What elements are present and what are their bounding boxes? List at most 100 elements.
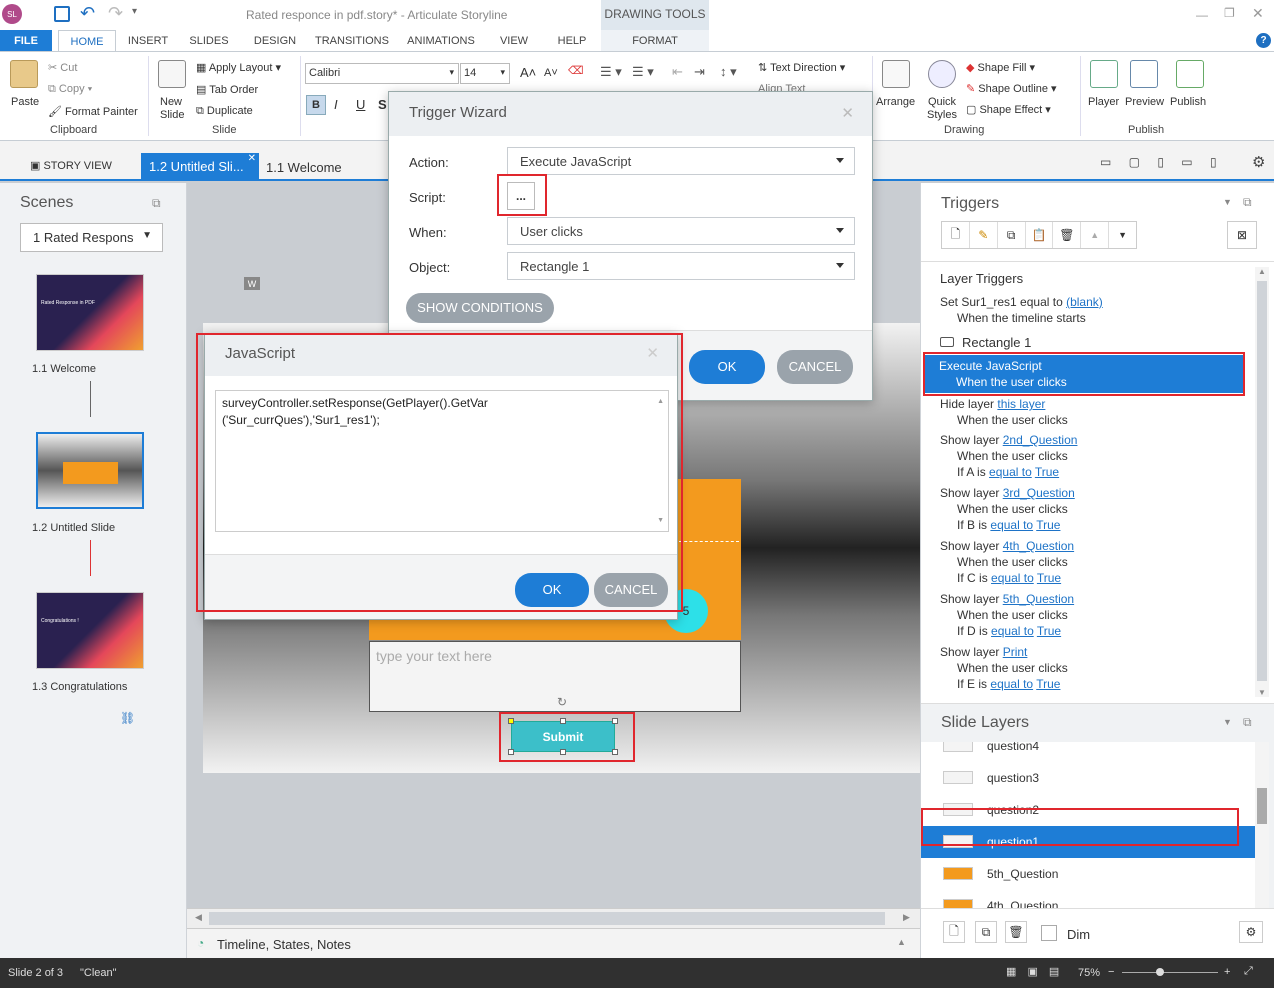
tab-transitions[interactable]: TRANSITIONS — [312, 30, 392, 52]
tab-welcome-slide[interactable]: 1.1 Welcome — [266, 160, 342, 175]
scroll-right-icon[interactable]: ▶ — [903, 912, 910, 923]
italic-button[interactable]: I — [334, 97, 338, 112]
tab-insert[interactable]: INSERT — [120, 30, 176, 52]
player-icon[interactable] — [1090, 60, 1118, 88]
paste-icon[interactable] — [10, 60, 38, 88]
show-conditions-button[interactable]: SHOW CONDITIONS — [406, 293, 554, 323]
undo-icon[interactable]: ↶ — [80, 3, 95, 24]
cut-button[interactable]: ✂ Cut — [48, 61, 77, 74]
condition-operator[interactable]: equal to — [990, 518, 1033, 532]
quick-styles-button[interactable]: Quick Styles — [924, 96, 960, 122]
scroll-thumb[interactable] — [209, 912, 885, 925]
condition-value[interactable]: True — [1037, 624, 1061, 638]
new-trigger-icon[interactable]: 🗋 — [942, 222, 970, 248]
story-view-tab[interactable]: ▣ STORY VIEW — [30, 159, 112, 172]
arrange-button[interactable]: Arrange — [876, 96, 915, 108]
condition-operator[interactable]: equal to — [991, 624, 1034, 638]
action-select[interactable]: Execute JavaScript — [507, 147, 855, 175]
minimize-icon[interactable]: — — [1196, 8, 1208, 22]
layer-row[interactable]: 4th_Question — [921, 890, 1255, 908]
rotate-handle-icon[interactable]: ↻ — [557, 695, 567, 709]
expand-icon[interactable]: ▲ — [897, 937, 906, 947]
trigger-link[interactable]: 4th_Question — [1003, 539, 1074, 553]
gear-icon[interactable]: ⚙ — [1239, 921, 1263, 943]
delete-layer-icon[interactable]: 🗑 — [1005, 921, 1027, 943]
trigger-item[interactable]: Show layer 4th_Question — [940, 539, 1074, 553]
condition-value[interactable]: True — [1035, 465, 1059, 479]
zoom-in-icon[interactable]: + — [1224, 966, 1230, 978]
tab-help[interactable]: HELP — [550, 30, 594, 52]
bullets-icon[interactable]: ☰ ▾ — [600, 64, 622, 80]
publish-icon[interactable] — [1176, 60, 1204, 88]
tab-format[interactable]: FORMAT — [601, 30, 709, 52]
new-slide-icon[interactable] — [158, 60, 186, 88]
move-up-icon[interactable]: ▲ — [1081, 222, 1110, 248]
object-select[interactable]: Rectangle 1 — [507, 252, 855, 280]
condition-value[interactable]: True — [1037, 571, 1061, 585]
line-spacing-icon[interactable]: ↕ ▾ — [720, 64, 737, 80]
tab-slides[interactable]: SLIDES — [182, 30, 236, 52]
trigger-link[interactable]: 3rd_Question — [1003, 486, 1075, 500]
help-icon[interactable]: ? — [1256, 33, 1271, 48]
preview-icon[interactable] — [1130, 60, 1158, 88]
close-icon[interactable]: ✕ — [841, 104, 854, 122]
timeline-bar[interactable]: ◔ Timeline, States, Notes ▲ — [187, 928, 920, 958]
decrease-indent-icon[interactable]: ⇤ — [672, 64, 683, 80]
font-size-select[interactable]: 14 ▾ — [460, 63, 510, 84]
panel-collapse-icon[interactable]: ⧉ — [1243, 195, 1252, 210]
redo-icon[interactable]: ↷ — [108, 3, 123, 24]
publish-button[interactable]: Publish — [1170, 96, 1206, 108]
zoom-slider-thumb[interactable] — [1156, 968, 1164, 976]
scene-dropdown[interactable]: 1 Rated Respons ▼ — [20, 223, 163, 252]
dim-checkbox[interactable] — [1041, 925, 1057, 941]
tab-animations[interactable]: ANIMATIONS — [400, 30, 482, 52]
close-tab-icon[interactable]: ✕ — [248, 153, 256, 164]
increase-indent-icon[interactable]: ⇥ — [694, 64, 705, 80]
trigger-item[interactable]: Hide layer this layer — [940, 397, 1045, 411]
new-layer-icon[interactable]: 🗋 — [943, 921, 965, 943]
scroll-down-icon[interactable]: ▼ — [1258, 688, 1266, 697]
tab-active-slide[interactable]: 1.2 Untitled Sli... ✕ — [141, 153, 259, 181]
restore-icon[interactable]: ❐ — [1224, 6, 1235, 20]
delete-trigger-icon[interactable]: 🗑 — [1053, 222, 1082, 248]
trigger-item[interactable]: Set Sur1_res1 equal to (blank) — [940, 295, 1103, 309]
shape-outline-button[interactable]: ✎ Shape Outline ▾ — [966, 82, 1057, 95]
cancel-button[interactable]: CANCEL — [777, 350, 853, 384]
quick-styles-icon[interactable] — [928, 60, 956, 88]
shape-effect-button[interactable]: ▢ Shape Effect ▾ — [966, 103, 1051, 116]
view-mode-icons[interactable]: ▦ ▣ ▤ — [1006, 965, 1059, 978]
edit-trigger-icon[interactable]: ✎ — [970, 222, 998, 248]
ok-button[interactable]: OK — [689, 350, 765, 384]
trigger-item[interactable]: Show layer 3rd_Question — [940, 486, 1075, 500]
underline-button[interactable]: U — [356, 97, 365, 112]
preview-button[interactable]: Preview — [1125, 96, 1164, 108]
vertical-scrollbar[interactable] — [1255, 742, 1269, 908]
tab-file[interactable]: FILE — [0, 30, 52, 52]
copy-trigger-icon[interactable]: ⧉ — [998, 222, 1026, 248]
condition-operator[interactable]: equal to — [990, 677, 1033, 691]
chevron-down-icon[interactable]: ▼ — [1223, 197, 1232, 207]
text-direction-button[interactable]: ⇅ Text Direction ▾ — [758, 61, 845, 74]
scroll-up-icon[interactable]: ▲ — [1258, 267, 1266, 276]
condition-value[interactable]: True — [1036, 518, 1060, 532]
zoom-out-icon[interactable]: − — [1108, 966, 1114, 978]
trigger-link[interactable]: 2nd_Question — [1003, 433, 1078, 447]
trigger-link[interactable]: Print — [1003, 645, 1028, 659]
layer-row[interactable]: question4 — [921, 742, 1255, 762]
tab-view[interactable]: VIEW — [492, 30, 536, 52]
tab-order-button[interactable]: ▤ Tab Order — [196, 83, 258, 96]
horizontal-scrollbar[interactable]: ◀ ▶ — [187, 908, 920, 928]
shadow-button[interactable]: S — [378, 97, 387, 112]
tab-home[interactable]: HOME — [58, 30, 116, 52]
scroll-thumb[interactable] — [1257, 281, 1267, 681]
close-window-icon[interactable]: ✕ — [1252, 5, 1264, 22]
panel-collapse-icon[interactable]: ⧉ — [152, 196, 161, 211]
customize-qat-icon[interactable]: ▾ — [132, 6, 137, 17]
duplicate-layer-icon[interactable]: ⧉ — [975, 921, 997, 943]
device-preview-icons[interactable]: ▭ ▢ ▯ ▭ ▯ — [1100, 155, 1217, 169]
slide-thumbnail[interactable]: Congratulations ! — [36, 592, 144, 669]
tab-design[interactable]: DESIGN — [246, 30, 304, 52]
new-slide-button[interactable]: New Slide — [160, 96, 190, 122]
clear-format-icon[interactable]: ⌫ — [568, 64, 584, 77]
text-entry-field[interactable]: type your text here — [369, 641, 741, 712]
